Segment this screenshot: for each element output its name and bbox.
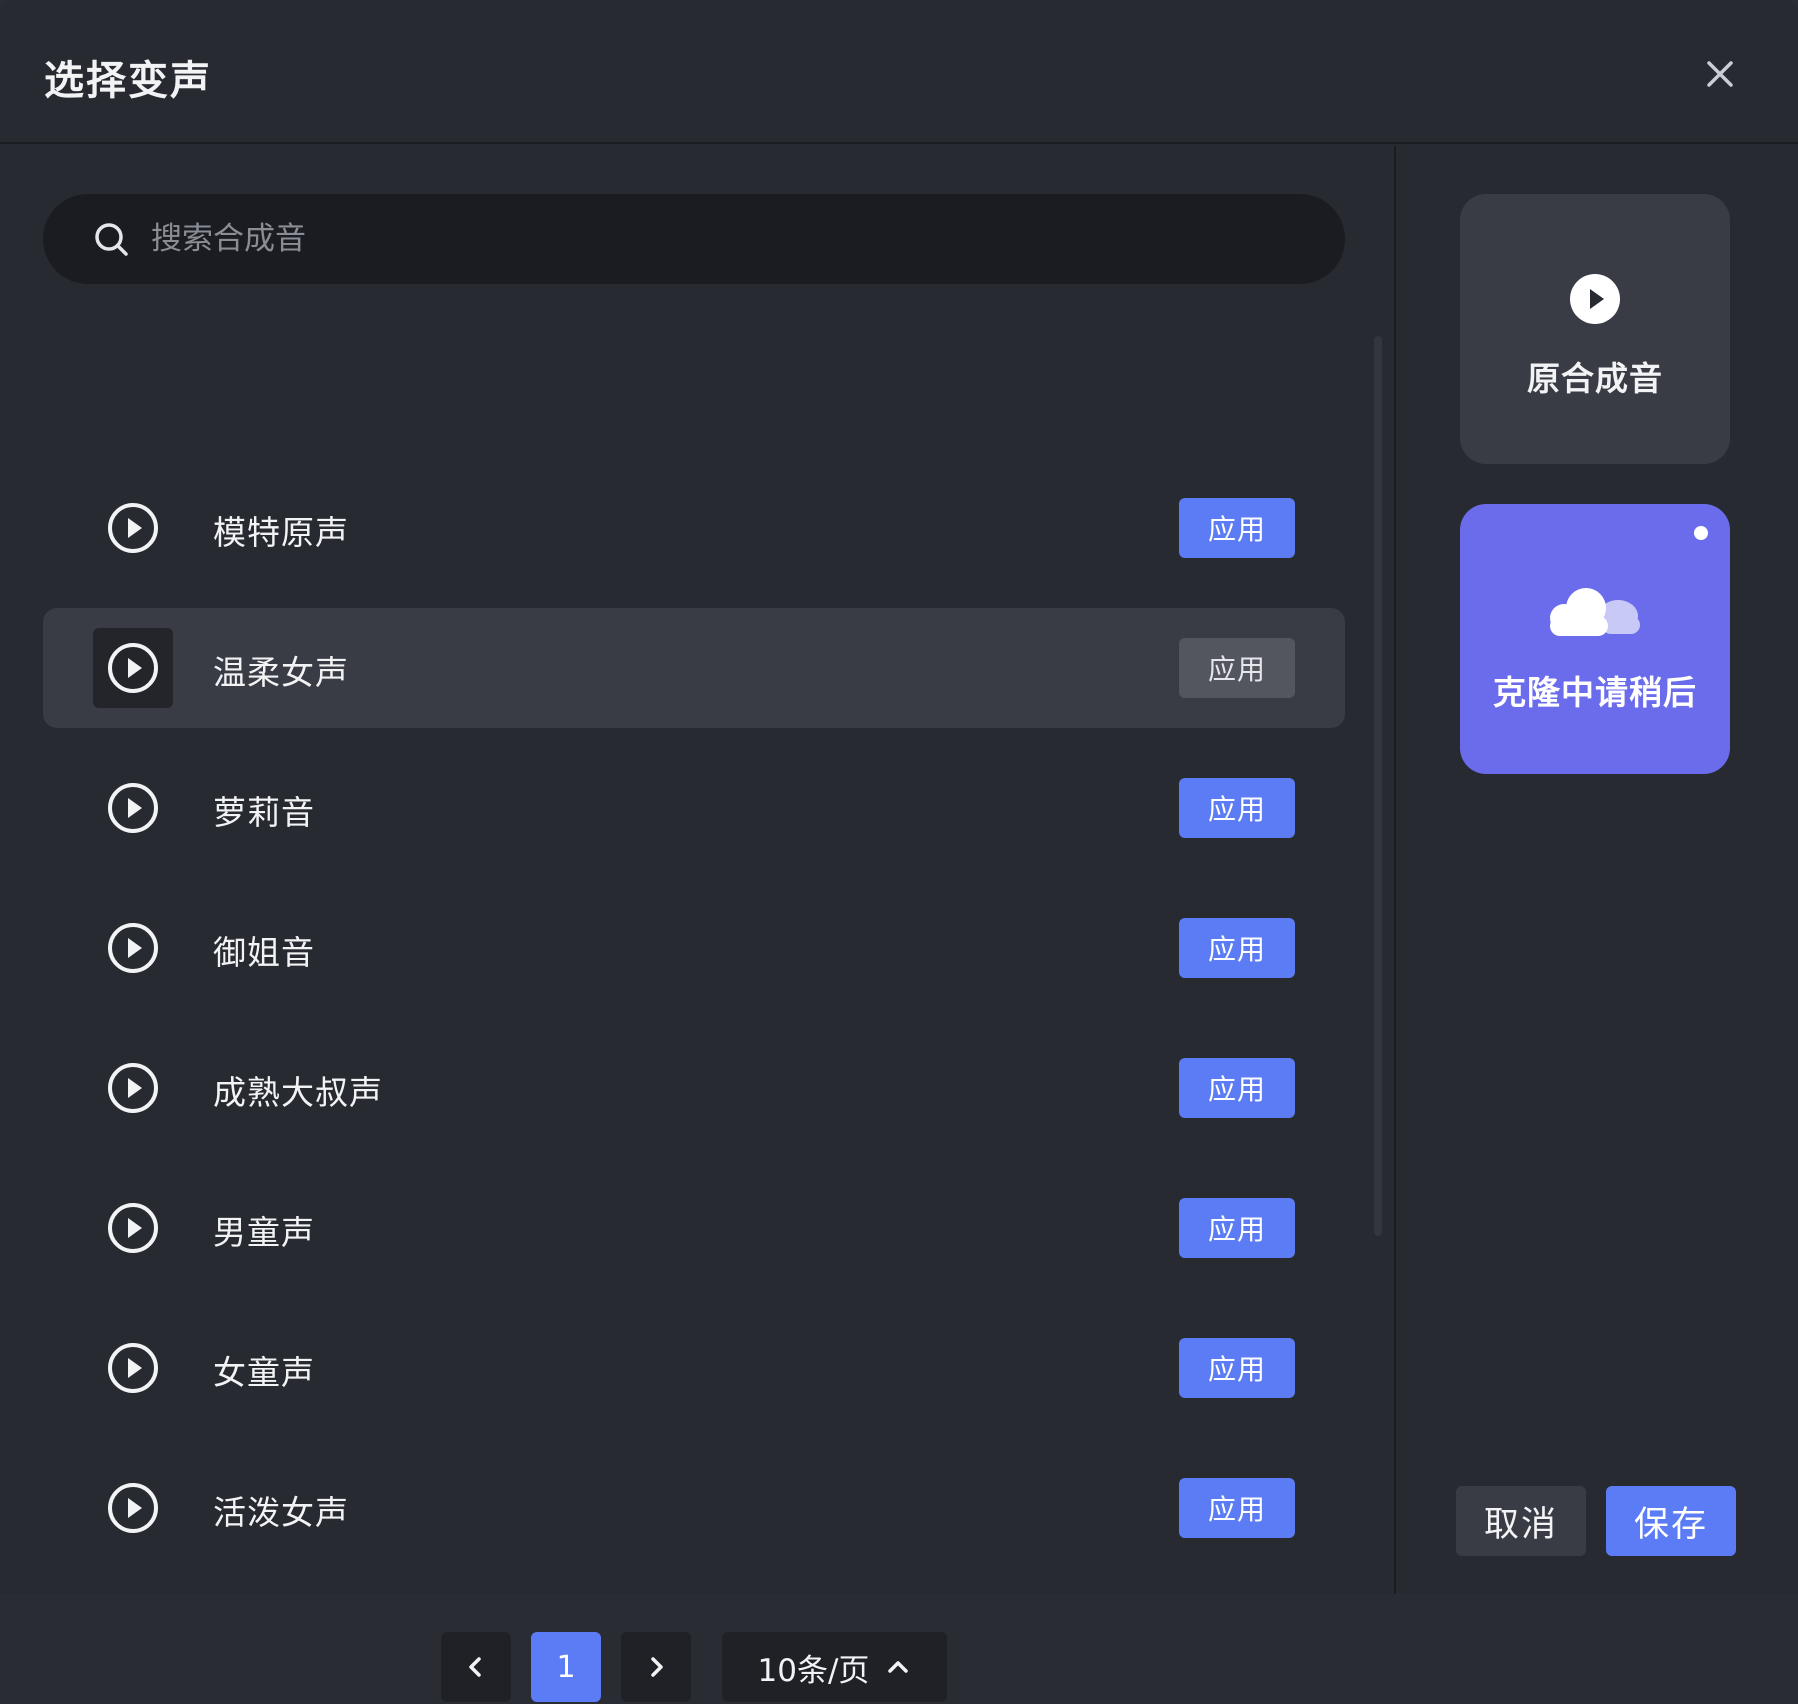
search-input[interactable] bbox=[151, 194, 1311, 284]
apply-button[interactable]: 应用 bbox=[1179, 638, 1295, 698]
side-panel: 原合成音 克隆中请稍后 取消 保存 bbox=[1396, 146, 1798, 1594]
cloud-icon bbox=[1550, 588, 1640, 636]
voice-list: 模特原声 应用 温柔女声 应用 萝莉音 应用 御姐音 应用 成熟大叔声 应用 男… bbox=[43, 468, 1345, 1588]
apply-button[interactable]: 应用 bbox=[1179, 1058, 1295, 1118]
cancel-button[interactable]: 取消 bbox=[1456, 1486, 1586, 1556]
voice-name: 御姐音 bbox=[213, 933, 315, 972]
voice-item[interactable]: 模特原声 应用 bbox=[43, 468, 1345, 588]
prev-page-button[interactable] bbox=[441, 1632, 511, 1702]
play-icon[interactable] bbox=[93, 1468, 173, 1548]
dialog-title: 选择变声 bbox=[44, 58, 212, 104]
voice-change-dialog: 选择变声 模特原声 应用 bbox=[0, 0, 1798, 1702]
voice-item[interactable]: 活泼女声 应用 bbox=[43, 1448, 1345, 1568]
save-button[interactable]: 保存 bbox=[1606, 1486, 1736, 1556]
play-icon[interactable] bbox=[93, 1188, 173, 1268]
voice-name: 模特原声 bbox=[213, 513, 349, 552]
chevron-left-icon bbox=[469, 1657, 481, 1677]
voice-item[interactable]: 成熟大叔声 应用 bbox=[43, 1028, 1345, 1148]
chevron-up-icon bbox=[888, 1661, 909, 1673]
close-icon[interactable] bbox=[1700, 54, 1740, 94]
original-voice-card[interactable]: 原合成音 bbox=[1460, 194, 1730, 464]
voice-item[interactable]: 女童声 应用 bbox=[43, 1308, 1345, 1428]
dialog-header: 选择变声 bbox=[0, 0, 1798, 144]
apply-button[interactable]: 应用 bbox=[1179, 498, 1295, 558]
next-page-button[interactable] bbox=[621, 1632, 691, 1702]
play-icon[interactable] bbox=[93, 488, 173, 568]
voice-name: 活泼女声 bbox=[213, 1493, 349, 1532]
play-icon[interactable] bbox=[93, 768, 173, 848]
apply-button[interactable]: 应用 bbox=[1179, 918, 1295, 978]
pagination: 1 10条/页 bbox=[0, 1632, 1394, 1704]
apply-button[interactable]: 应用 bbox=[1179, 1198, 1295, 1258]
cloning-status-label: 克隆中请稍后 bbox=[1493, 673, 1697, 712]
voice-list-panel: 模特原声 应用 温柔女声 应用 萝莉音 应用 bbox=[0, 146, 1394, 1702]
apply-button[interactable]: 应用 bbox=[1179, 1478, 1295, 1538]
voice-name: 成熟大叔声 bbox=[213, 1073, 383, 1112]
page-size-select[interactable]: 10条/页 bbox=[722, 1632, 947, 1702]
play-icon[interactable] bbox=[93, 908, 173, 988]
search-box[interactable] bbox=[43, 194, 1345, 284]
play-icon[interactable] bbox=[93, 1328, 173, 1408]
chevron-right-icon bbox=[651, 1657, 663, 1677]
voice-item-selected[interactable]: 温柔女声 应用 bbox=[43, 608, 1345, 728]
voice-name: 女童声 bbox=[213, 1353, 315, 1392]
apply-button[interactable]: 应用 bbox=[1179, 1338, 1295, 1398]
play-icon[interactable] bbox=[93, 628, 173, 708]
play-circle-icon[interactable] bbox=[1570, 274, 1620, 324]
search-icon bbox=[95, 223, 128, 256]
voice-item[interactable]: 男童声 应用 bbox=[43, 1168, 1345, 1288]
voice-item[interactable]: 萝莉音 应用 bbox=[43, 748, 1345, 868]
voice-name: 男童声 bbox=[213, 1213, 315, 1252]
original-voice-label: 原合成音 bbox=[1527, 359, 1663, 398]
cloning-voice-card[interactable]: 克隆中请稍后 bbox=[1460, 504, 1730, 774]
apply-button[interactable]: 应用 bbox=[1179, 778, 1295, 838]
voice-name: 萝莉音 bbox=[213, 793, 315, 832]
page-number-button[interactable]: 1 bbox=[531, 1632, 601, 1702]
status-dot bbox=[1694, 526, 1708, 540]
voice-name: 温柔女声 bbox=[213, 653, 349, 692]
page-size-label: 10条/页 bbox=[757, 1652, 870, 1689]
play-icon[interactable] bbox=[93, 1048, 173, 1128]
scrollbar[interactable] bbox=[1374, 336, 1382, 1236]
voice-item[interactable]: 御姐音 应用 bbox=[43, 888, 1345, 1008]
